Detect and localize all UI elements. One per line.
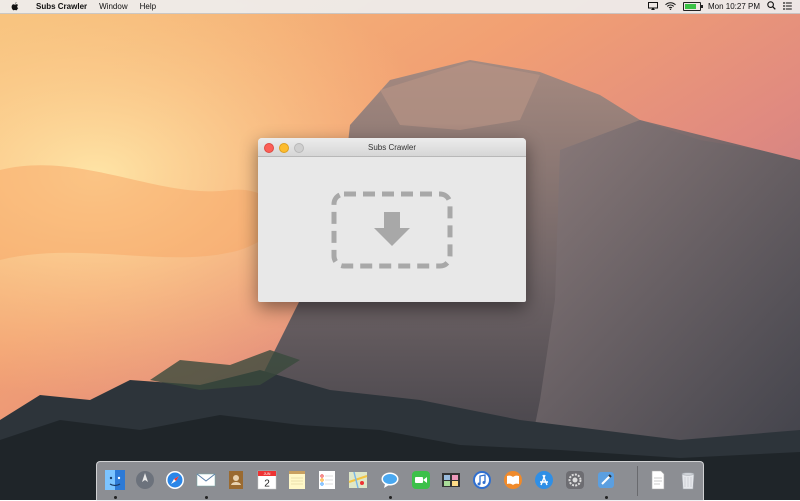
reminders-icon[interactable] (314, 467, 340, 493)
dock-running-indicator (388, 496, 392, 499)
menu-app-name[interactable]: Subs Crawler (30, 0, 93, 13)
notification-center-icon[interactable] (783, 1, 792, 12)
maps-icon[interactable] (345, 467, 371, 493)
download-dropzone-icon (331, 191, 453, 268)
close-button[interactable] (264, 143, 274, 153)
itunes-icon[interactable] (469, 467, 495, 493)
dock: JUN 2 (96, 461, 704, 501)
menu-clock[interactable]: Mon 10:27 PM (708, 2, 760, 11)
app-window: Subs Crawler (258, 138, 526, 302)
menu-bar: Subs Crawler Window Help Mon 10:27 PM (0, 0, 800, 14)
airplay-icon[interactable] (647, 1, 658, 12)
finder-icon[interactable] (102, 467, 128, 493)
apple-logo-icon[interactable] (10, 0, 20, 13)
svg-text:JUN: JUN (264, 472, 271, 476)
zoom-button[interactable] (294, 143, 304, 153)
wifi-icon[interactable] (665, 1, 676, 12)
dock-running-indicator (604, 496, 608, 499)
photo-booth-icon[interactable] (438, 467, 464, 493)
menu-window[interactable]: Window (93, 0, 133, 13)
minimize-button[interactable] (279, 143, 289, 153)
dock-running-indicator (113, 496, 117, 499)
facetime-icon[interactable] (408, 467, 434, 493)
trash-icon[interactable] (675, 467, 701, 493)
battery-icon[interactable] (682, 2, 703, 11)
app-store-icon[interactable] (531, 467, 557, 493)
launchpad-icon[interactable] (132, 467, 158, 493)
svg-text:2: 2 (264, 479, 270, 490)
contacts-icon[interactable] (223, 467, 249, 493)
ibooks-icon[interactable] (500, 467, 526, 493)
xcode-icon[interactable] (593, 467, 619, 493)
calendar-icon[interactable]: JUN 2 (254, 467, 280, 493)
mail-icon[interactable] (193, 467, 219, 493)
window-titlebar[interactable]: Subs Crawler (258, 138, 526, 157)
document-icon[interactable] (645, 467, 671, 493)
messages-icon[interactable] (377, 467, 403, 493)
dock-running-indicator (204, 496, 208, 499)
dock-separator (637, 466, 638, 496)
drop-zone[interactable] (258, 157, 526, 302)
system-preferences-icon[interactable] (562, 467, 588, 493)
spotlight-icon[interactable] (767, 1, 776, 12)
menu-help[interactable]: Help (134, 0, 162, 13)
notes-icon[interactable] (284, 467, 310, 493)
safari-icon[interactable] (162, 467, 188, 493)
